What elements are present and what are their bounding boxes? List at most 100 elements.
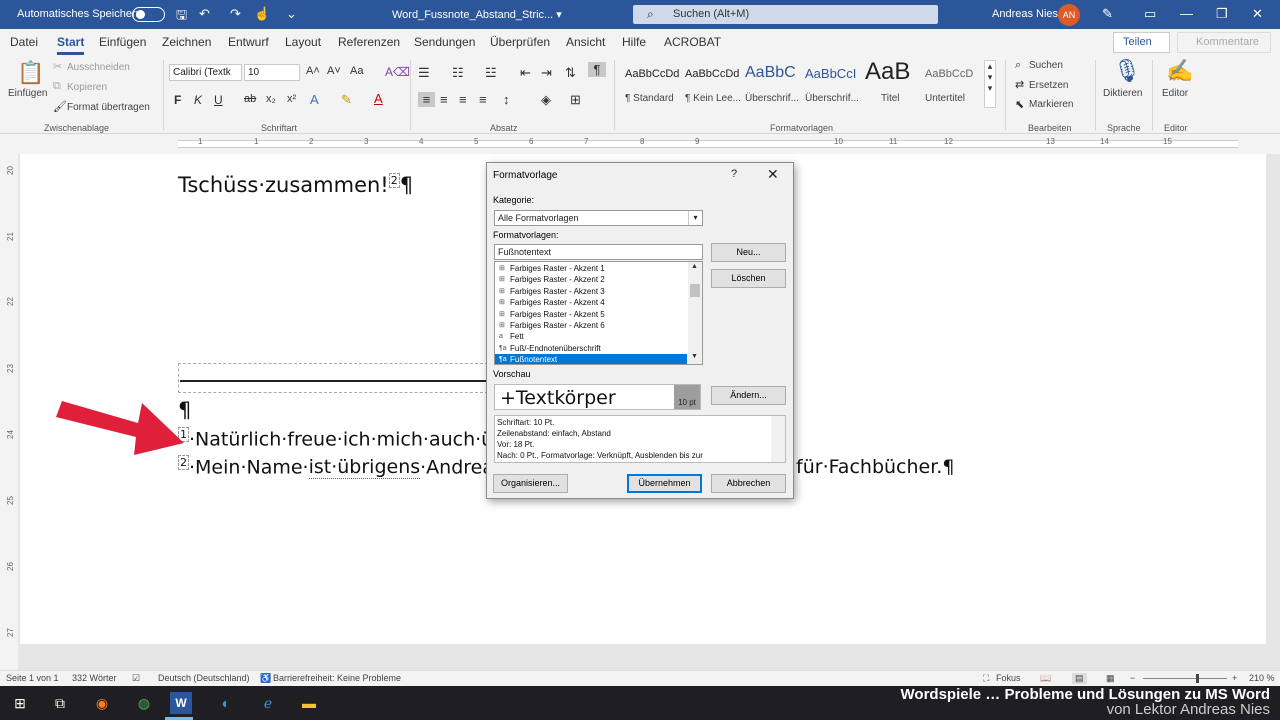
scroll-thumb[interactable]	[690, 284, 700, 297]
redo-icon[interactable]: ↷	[230, 6, 241, 22]
cancel-button[interactable]: Abbrechen	[711, 474, 786, 493]
tab-start[interactable]: Start	[57, 35, 85, 55]
shading-icon[interactable]: ◈	[541, 92, 551, 108]
focus-mode[interactable]: Fokus	[996, 673, 1021, 683]
chrome-icon[interactable]: ◍	[133, 692, 155, 714]
select-button[interactable]: Markieren	[1029, 99, 1073, 110]
style-list[interactable]: ⊞ Farbiges Raster - Akzent 1 ⊞ Farbiges Ra…	[494, 261, 703, 365]
touch-mode-icon[interactable]: ☝	[254, 6, 270, 22]
task-view-icon[interactable]: ⧉	[49, 692, 71, 714]
bullets-icon[interactable]: ☰	[418, 65, 430, 81]
vertical-ruler[interactable]: 20 21 22 23 24 25 26 27	[0, 154, 18, 670]
list-item[interactable]: ⊞ Farbiges Raster - Akzent 6	[495, 320, 687, 331]
italic-icon[interactable]: K	[194, 93, 202, 107]
dictate-button[interactable]: Diktieren	[1103, 88, 1142, 99]
page-count[interactable]: Seite 1 von 1	[6, 673, 59, 683]
file-explorer-icon[interactable]: ▬	[298, 692, 320, 714]
shrink-font-icon[interactable]: A˅	[327, 65, 341, 77]
modify-style-button[interactable]: Ändern...	[711, 386, 786, 405]
ribbon-display-icon[interactable]: ▭	[1144, 6, 1156, 22]
format-painter-button[interactable]: Format übertragen	[67, 102, 150, 113]
delete-style-button[interactable]: Löschen	[711, 269, 786, 288]
show-formatting-icon[interactable]: ¶	[588, 62, 606, 77]
line-spacing-icon[interactable]: ↕	[503, 92, 510, 107]
user-name[interactable]: Andreas Nies	[992, 8, 1058, 20]
footnote-2[interactable]: 2 ·Mein·Name·ist·übrigens·Andrea	[178, 455, 494, 480]
customize-toolbar-icon[interactable]: ⌄	[286, 6, 297, 22]
tab-ueberpruefen[interactable]: Überprüfen	[490, 35, 550, 49]
comments-button[interactable]: Kommentare	[1177, 32, 1271, 53]
new-style-button[interactable]: Neu...	[711, 243, 786, 262]
internet-explorer-icon[interactable]: ℯ	[257, 692, 279, 714]
zoom-in-icon[interactable]: +	[1232, 673, 1237, 683]
font-size-input[interactable]: 10	[244, 64, 300, 81]
tab-einfuegen[interactable]: Einfügen	[99, 35, 146, 49]
close-icon[interactable]: ✕	[1252, 6, 1263, 22]
tab-layout[interactable]: Layout	[285, 35, 321, 49]
web-layout-icon[interactable]: ▦	[1106, 673, 1115, 684]
style-heading-2[interactable]: AaBbCcI Überschrif...	[802, 60, 862, 110]
scroll-down-icon[interactable]: ▼	[691, 353, 698, 360]
firefox-icon[interactable]: ◉	[91, 692, 113, 714]
underline-icon[interactable]: U	[214, 93, 223, 107]
replace-button[interactable]: Ersetzen	[1029, 80, 1068, 91]
style-standard[interactable]: AaBbCcDd ¶ Standard	[622, 60, 682, 110]
align-center-icon[interactable]: ≡	[440, 92, 448, 107]
list-item[interactable]: ⊞ Farbiges Raster - Akzent 5	[495, 309, 687, 320]
list-item[interactable]: ⊞ Farbiges Raster - Akzent 4	[495, 297, 687, 308]
horizontal-ruler[interactable]: 1 1 2 3 4 5 6 7 8 9 10 11 12 13 14 15	[0, 134, 1280, 154]
scroll-up-icon[interactable]: ▲	[691, 263, 698, 270]
footnote-1[interactable]: 1 ·Natürlich·freue·ich·mich·auch·ü	[178, 427, 493, 450]
strikethrough-icon[interactable]: ab	[244, 93, 256, 105]
save-icon[interactable]: 🖫	[176, 6, 187, 28]
list-item-selected[interactable]: ¶a Fußnotentext	[495, 354, 687, 364]
style-name-input[interactable]: Fußnotentext	[494, 244, 703, 260]
share-button[interactable]: Teilen	[1113, 32, 1170, 53]
select-icon[interactable]: ⬉	[1015, 98, 1024, 111]
zoom-slider[interactable]	[1143, 678, 1227, 679]
change-case-icon[interactable]: Aa	[350, 65, 363, 77]
replace-icon[interactable]: ⇄	[1015, 78, 1024, 91]
minimize-icon[interactable]: —	[1180, 6, 1193, 21]
list-item[interactable]: ⊞ Farbiges Raster - Akzent 3	[495, 286, 687, 297]
accessibility-icon[interactable]: ♿	[260, 673, 271, 684]
word-count[interactable]: 332 Wörter	[72, 673, 117, 683]
document-line[interactable]: Tschüss·zusammen! 2¶	[178, 173, 413, 197]
decrease-indent-icon[interactable]: ⇤	[520, 65, 531, 81]
read-mode-icon[interactable]: 📖	[1040, 673, 1051, 684]
font-name-input[interactable]: Calibri (Textk	[169, 64, 242, 81]
edge-icon[interactable]: ◐	[215, 692, 237, 714]
list-item[interactable]: ¶a Fuß/-Endnotenüberschrift	[495, 343, 687, 354]
paste-icon[interactable]: 📋	[17, 60, 44, 86]
justify-icon[interactable]: ≡	[479, 92, 487, 107]
align-right-icon[interactable]: ≡	[459, 92, 467, 107]
superscript-icon[interactable]: x²	[287, 93, 296, 105]
footnote-reference[interactable]: 2	[388, 173, 400, 188]
editor-button[interactable]: Editor	[1162, 88, 1188, 99]
category-select[interactable]: Alle Formatvorlagen ▾	[494, 210, 703, 226]
undo-icon[interactable]: ↶	[199, 6, 210, 22]
clear-formatting-icon[interactable]: A⌫	[385, 65, 410, 79]
tab-zeichnen[interactable]: Zeichnen	[162, 35, 211, 49]
help-button[interactable]: ?	[731, 168, 737, 180]
format-painter-icon[interactable]: 🖌	[53, 100, 67, 113]
paste-button[interactable]: Einfügen	[8, 88, 47, 99]
apply-button[interactable]: Übernehmen	[627, 474, 702, 493]
increase-indent-icon[interactable]: ⇥	[541, 65, 552, 81]
tab-entwurf[interactable]: Entwurf	[228, 35, 269, 49]
cut-button[interactable]: Ausschneiden	[67, 62, 130, 73]
align-left-icon[interactable]: ≡	[418, 92, 435, 107]
accessibility-status[interactable]: Barrierefreiheit: Keine Probleme	[273, 673, 401, 683]
numbering-icon[interactable]: ☷	[452, 65, 464, 81]
find-button[interactable]: Suchen	[1029, 60, 1063, 71]
tab-ansicht[interactable]: Ansicht	[566, 35, 605, 49]
text-effects-icon[interactable]: A	[310, 92, 319, 107]
description-scrollbar[interactable]	[771, 416, 785, 462]
organize-button[interactable]: Organisieren...	[493, 474, 568, 493]
search-box[interactable]: ⌕ Suchen (Alt+M)	[633, 5, 938, 24]
proofing-icon[interactable]: ☑	[132, 673, 140, 684]
borders-icon[interactable]: ⊞	[570, 92, 581, 108]
tab-hilfe[interactable]: Hilfe	[622, 35, 646, 49]
zoom-slider-thumb[interactable]	[1196, 674, 1199, 683]
copy-icon[interactable]: ⧉	[53, 80, 61, 93]
